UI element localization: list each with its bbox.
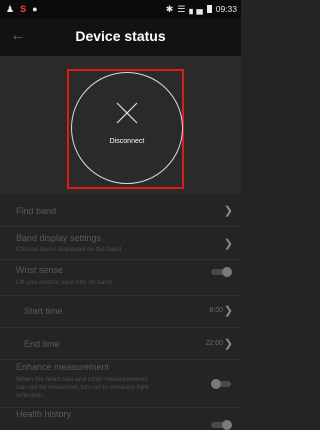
wrist-sense-label: Wrist sense xyxy=(16,265,63,275)
start-time-label: Start time xyxy=(24,306,63,316)
status-bar: ♟ S ● ✱ ☰ ▖▄ 09:33 xyxy=(0,0,241,18)
enhance-measurement-label: Enhance measurement xyxy=(16,362,110,372)
device-hero: Disconnect xyxy=(0,56,241,194)
chevron-right-icon: ❯ xyxy=(223,305,233,317)
chevron-right-icon: ❯ xyxy=(223,238,233,250)
enhance-measurement-subtitle-3: reflection. xyxy=(16,392,45,399)
toggle-knob xyxy=(222,420,232,430)
wrist-sense-toggle[interactable] xyxy=(211,267,233,277)
health-history-label: Health history xyxy=(16,409,72,419)
person-icon: ♟ xyxy=(6,4,15,14)
chevron-right-icon: ❯ xyxy=(223,338,233,350)
page-title: Device status xyxy=(75,28,166,44)
find-band-row[interactable]: Find band ❯ xyxy=(0,194,241,227)
wrist-sense-row: Wrist sense Lift you wrist to view info … xyxy=(0,259,241,296)
find-band-label: Find band xyxy=(16,206,57,216)
status-time: 09:33 xyxy=(215,4,237,14)
vibrate-icon: ☰ xyxy=(177,4,186,14)
toggle-knob xyxy=(222,267,232,277)
paw-icon: ● xyxy=(32,4,38,14)
disconnect-label: Disconnect xyxy=(109,138,145,145)
health-history-row: Health history xyxy=(0,407,241,430)
status-bar-left: ♟ S ● xyxy=(6,3,38,15)
end-time-row[interactable]: End time 22:00 ❯ xyxy=(0,327,241,360)
s-icon: S xyxy=(20,4,27,14)
end-time-value: 22:00 xyxy=(205,340,223,347)
signal-icon: ▖▄ xyxy=(189,4,203,14)
end-time-label: End time xyxy=(24,339,60,349)
health-history-toggle[interactable] xyxy=(211,420,233,430)
bluetooth-icon: ✱ xyxy=(165,4,174,14)
enhance-measurement-subtitle-2: can not be measured, turn on to enhance … xyxy=(16,384,149,391)
enhance-measurement-toggle[interactable] xyxy=(211,379,233,389)
wrist-sense-subtitle: Lift you wrist to view info on band xyxy=(16,279,112,286)
chevron-right-icon: ❯ xyxy=(223,205,233,217)
start-time-value: 8:00 xyxy=(209,307,223,314)
close-icon xyxy=(116,102,138,124)
band-display-subtitle: Choose items displayed on the band xyxy=(16,246,122,253)
app-header: ← Device status xyxy=(0,18,241,56)
start-time-row[interactable]: Start time 8:00 ❯ xyxy=(0,295,241,328)
band-display-row[interactable]: Band display settings Choose items displ… xyxy=(0,226,241,260)
battery-icon xyxy=(206,5,212,13)
toggle-knob xyxy=(211,379,221,389)
disconnect-button[interactable] xyxy=(71,72,183,184)
band-display-label: Band display settings xyxy=(16,233,102,243)
enhance-measurement-row: Enhance measurement When the heart rate … xyxy=(0,359,241,408)
status-bar-right: ✱ ☰ ▖▄ 09:33 xyxy=(166,3,237,15)
enhance-measurement-subtitle-1: When the heart rate and other measuremen… xyxy=(16,376,148,383)
